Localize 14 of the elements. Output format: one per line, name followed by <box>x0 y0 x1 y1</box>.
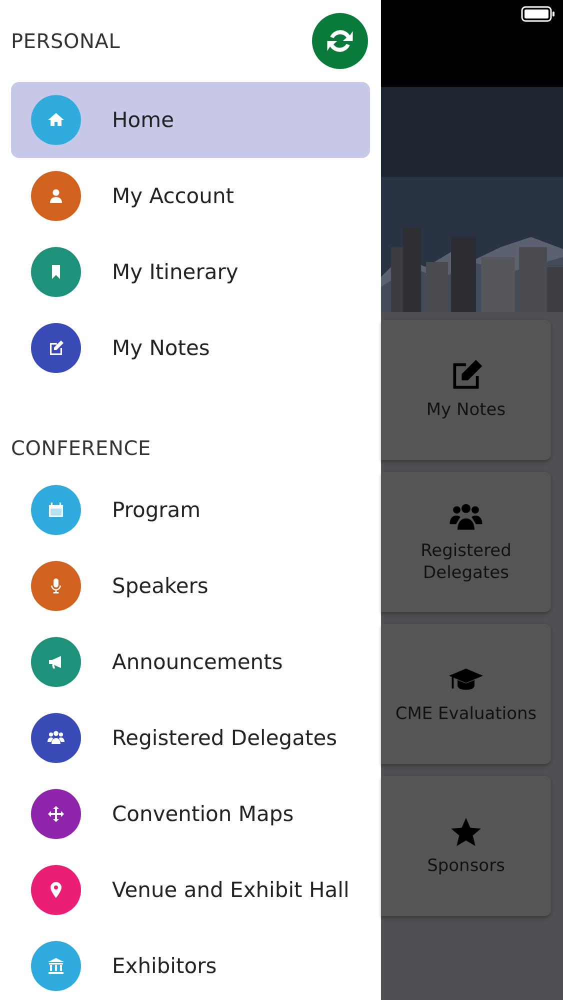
menu-item[interactable]: My Account <box>11 158 370 234</box>
menu-item[interactable]: My Notes <box>11 310 370 386</box>
menu-item[interactable]: Convention Maps <box>11 776 370 852</box>
menu-item[interactable]: Venue and Exhibit Hall <box>11 852 370 928</box>
section-heading: CONFERENCE <box>11 436 151 460</box>
menu-item[interactable]: Registered Delegates <box>11 700 370 776</box>
menu-item[interactable]: My Itinerary <box>11 234 370 310</box>
menu-item[interactable]: Speakers <box>11 548 370 624</box>
section-heading: PERSONAL <box>11 29 120 53</box>
menu-item[interactable]: Home <box>11 82 370 158</box>
menu-item[interactable]: Program <box>11 472 370 548</box>
menu-item[interactable]: Exhibitors <box>11 928 370 1000</box>
battery-icon <box>521 6 555 22</box>
menu-item[interactable]: Announcements <box>11 624 370 700</box>
